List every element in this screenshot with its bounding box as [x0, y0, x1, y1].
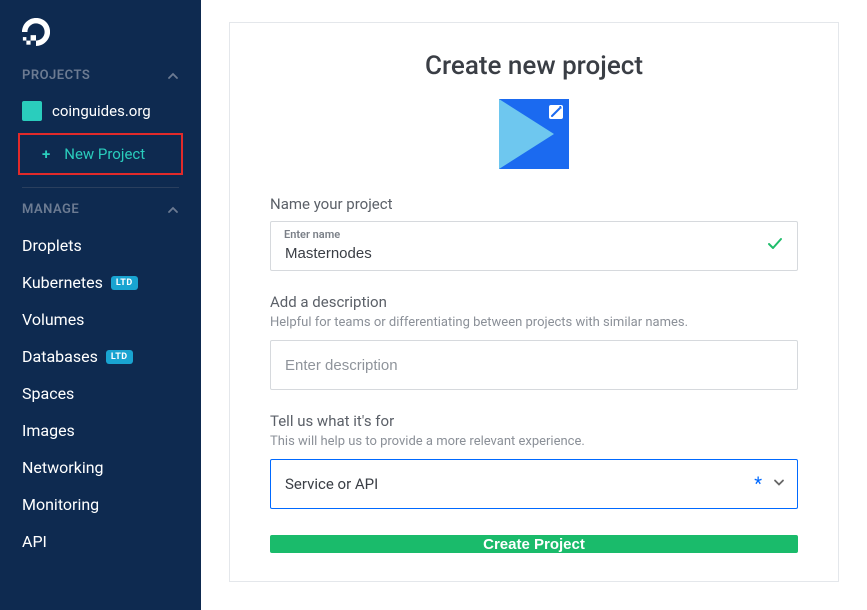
name-float-label: Enter name [284, 228, 340, 241]
project-purpose-select[interactable]: Service or API [270, 459, 798, 509]
projects-section-header[interactable]: PROJECTS [0, 68, 201, 93]
manage-label: Droplets [22, 236, 82, 255]
projects-header-label: PROJECTS [22, 68, 90, 83]
required-star-icon: * [754, 474, 762, 495]
check-icon [766, 235, 784, 257]
digitalocean-logo-icon [22, 18, 50, 46]
page-title: Create new project [270, 51, 798, 81]
manage-label: Databases [22, 347, 98, 366]
purpose-field-label: Tell us what it's for [270, 412, 798, 430]
sidebar-item-images[interactable]: Images [0, 412, 201, 449]
new-project-button[interactable]: + New Project [18, 133, 183, 175]
sidebar-item-api[interactable]: API [0, 523, 201, 560]
chevron-up-icon [167, 204, 179, 216]
chevron-down-icon [772, 475, 786, 494]
project-hero-icon [499, 99, 569, 169]
sidebar-project-item[interactable]: coinguides.org [0, 93, 201, 129]
sidebar-item-databases[interactable]: Databases LTD [0, 338, 201, 375]
ltd-badge: LTD [106, 350, 133, 364]
sidebar-item-droplets[interactable]: Droplets [0, 227, 201, 264]
sidebar-item-networking[interactable]: Networking [0, 449, 201, 486]
name-field-label: Name your project [270, 195, 798, 213]
project-label: coinguides.org [52, 102, 151, 120]
chevron-up-icon [167, 70, 179, 82]
description-input-wrap [270, 340, 798, 390]
sidebar-item-volumes[interactable]: Volumes [0, 301, 201, 338]
name-input-wrap: Enter name [270, 221, 798, 271]
create-project-card: Create new project Name your project Ent… [229, 22, 839, 582]
main-content: Create new project Name your project Ent… [201, 0, 867, 610]
description-field-label: Add a description [270, 293, 798, 311]
logo[interactable] [0, 8, 201, 68]
purpose-value: Service or API [285, 475, 378, 493]
purpose-select-wrap: Service or API * [270, 459, 798, 509]
description-field-help: Helpful for teams or differentiating bet… [270, 315, 798, 330]
plus-icon: + [42, 145, 50, 163]
manage-label: Images [22, 421, 75, 440]
sidebar: PROJECTS coinguides.org + New Project MA… [0, 0, 201, 610]
sidebar-item-kubernetes[interactable]: Kubernetes LTD [0, 264, 201, 301]
ltd-badge: LTD [111, 276, 138, 290]
manage-label: API [22, 532, 47, 551]
manage-header-label: MANAGE [22, 202, 79, 217]
project-name-input[interactable] [270, 221, 798, 271]
project-description-input[interactable] [270, 340, 798, 390]
create-project-button[interactable]: Create Project [270, 535, 798, 553]
purpose-field-help: This will help us to provide a more rele… [270, 434, 798, 449]
manage-label: Kubernetes [22, 273, 103, 292]
sidebar-item-monitoring[interactable]: Monitoring [0, 486, 201, 523]
project-icon [22, 101, 42, 121]
manage-label: Spaces [22, 384, 74, 403]
new-project-label: New Project [64, 145, 145, 163]
manage-label: Monitoring [22, 495, 99, 514]
manage-section-header[interactable]: MANAGE [0, 188, 201, 227]
manage-label: Volumes [22, 310, 84, 329]
manage-label: Networking [22, 458, 104, 477]
sidebar-item-spaces[interactable]: Spaces [0, 375, 201, 412]
